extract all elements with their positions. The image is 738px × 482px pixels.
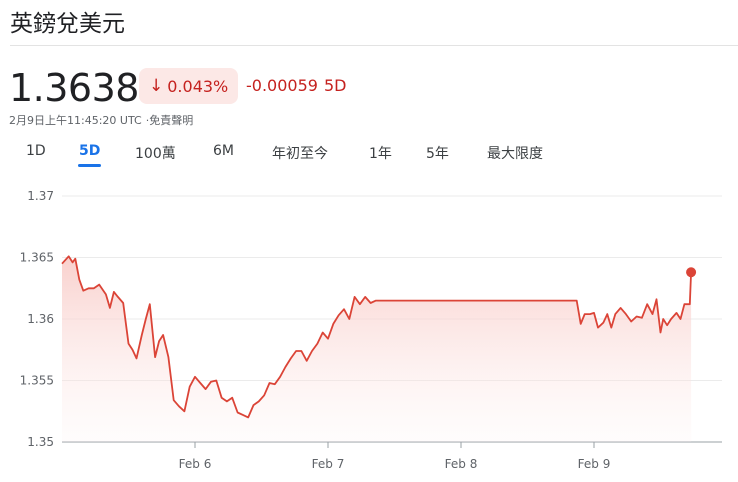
y-tick-label: 1.365 <box>20 251 54 265</box>
y-tick-label: 1.37 <box>27 189 54 203</box>
x-tick-label: Feb 7 <box>312 457 345 471</box>
disclaimer-link[interactable]: ·免責聲明 <box>146 114 194 127</box>
change-abs-value: -0.00059 <box>246 76 318 95</box>
quote-timestamp: 2月9日上午11:45:20 UTC <box>9 114 142 127</box>
last-price-dot <box>686 267 697 278</box>
quote-meta: 2月9日上午11:45:20 UTC ·免責聲明 <box>9 112 193 128</box>
y-tick-label: 1.35 <box>27 435 54 449</box>
tab-100m[interactable]: 100萬 <box>135 143 176 163</box>
tab-1d[interactable]: 1D <box>26 143 46 159</box>
absolute-change: -0.00059 5D <box>246 76 346 95</box>
x-axis: Feb 6 Feb 7 Feb 8 Feb 9 <box>179 442 611 471</box>
price-chart[interactable]: 1.371.3651.361.3551.35 Feb 6 Feb 7 Feb 8 Fe… <box>0 180 738 480</box>
tab-ytd[interactable]: 年初至今 <box>272 143 328 163</box>
y-axis: 1.37 1.365 1.36 1.355 1.35 <box>20 189 54 449</box>
change-period: 5D <box>323 76 347 95</box>
title-divider <box>10 45 738 46</box>
change-percent-value: 0.043% <box>167 76 229 96</box>
arrow-down-icon: ↓ <box>149 76 164 96</box>
page-title: 英鎊兌美元 <box>10 11 125 37</box>
tab-5y[interactable]: 5年 <box>426 143 449 163</box>
current-price: 1.3638 <box>9 66 139 110</box>
tab-max[interactable]: 最大限度 <box>487 143 543 163</box>
x-tick-label: Feb 6 <box>179 457 212 471</box>
y-tick-label: 1.36 <box>27 312 54 326</box>
x-tick-label: Feb 9 <box>578 457 611 471</box>
tab-5d[interactable]: 5D <box>77 143 102 167</box>
tab-1y[interactable]: 1年 <box>369 143 392 163</box>
change-percent-badge: ↓ 0.043% <box>139 68 239 104</box>
y-tick-label: 1.355 <box>20 374 54 388</box>
x-tick-label: Feb 8 <box>445 457 478 471</box>
tab-6m[interactable]: 6M <box>213 143 234 159</box>
